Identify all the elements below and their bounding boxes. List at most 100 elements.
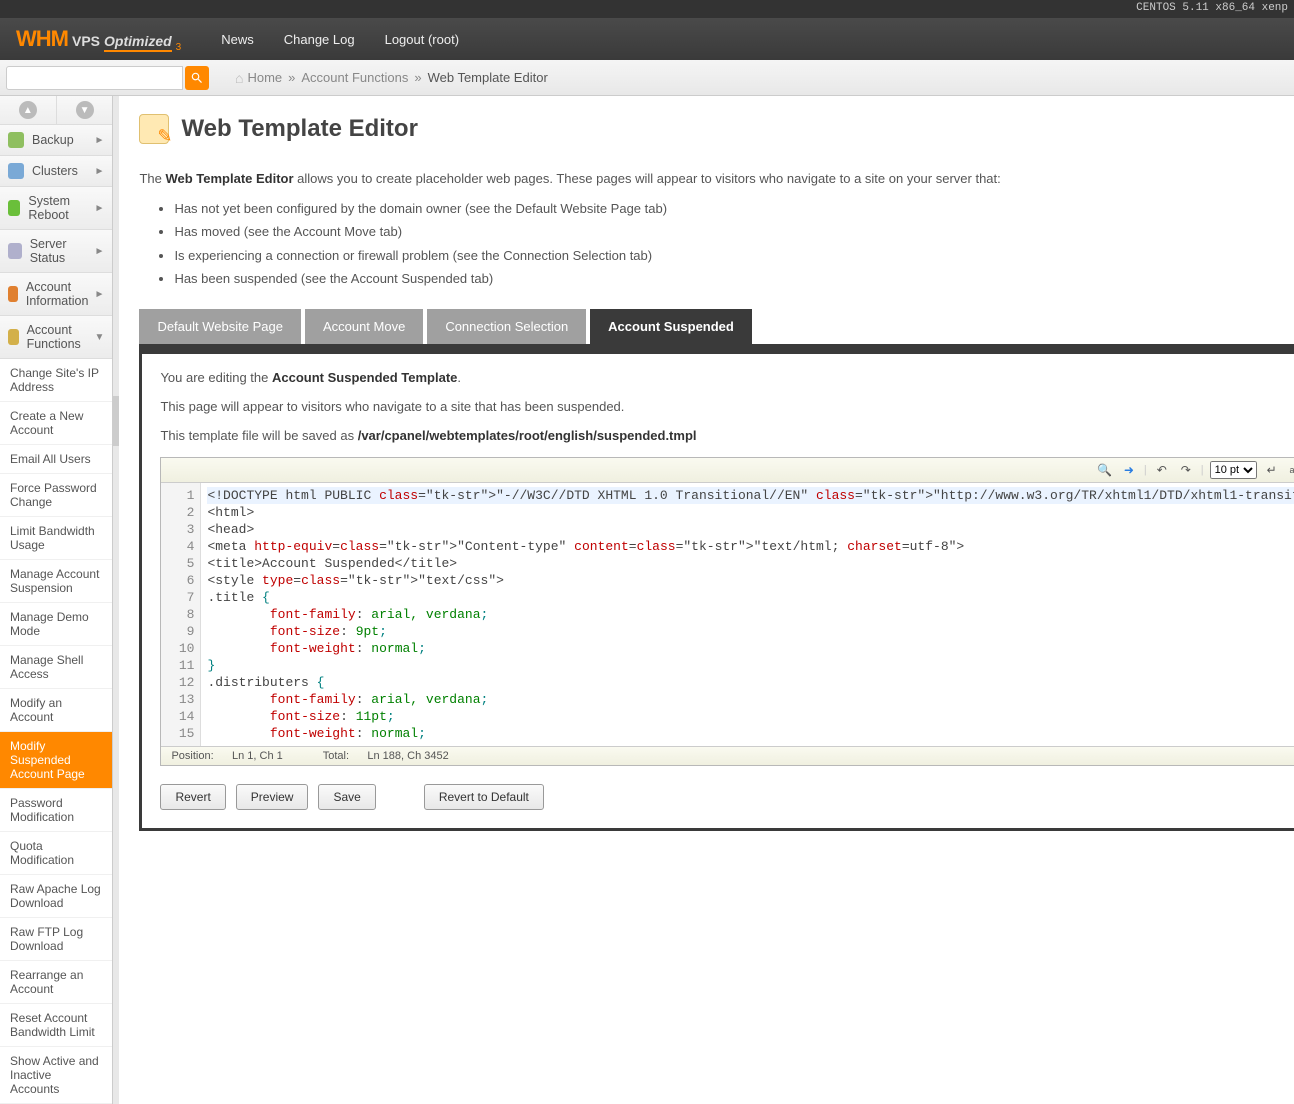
editor-status-bar: Position: Ln 1, Ch 1 Total: Ln 188, Ch 3… <box>161 746 1294 765</box>
nav-news[interactable]: News <box>221 32 254 47</box>
tab-default-website-page[interactable]: Default Website Page <box>139 309 301 344</box>
cat-label: Account Functions <box>27 323 95 351</box>
sidebar-cat-account-functions[interactable]: Account Functions▼ <box>0 316 112 359</box>
tab-account-move[interactable]: Account Move <box>305 309 423 344</box>
search-icon <box>190 71 204 85</box>
intro-bullet: Has been suspended (see the Account Susp… <box>174 269 1294 289</box>
logo-optimized: Optimized <box>104 33 172 52</box>
sidebar-item-raw-ftp-log-download[interactable]: Raw FTP Log Download <box>0 918 112 961</box>
editor-body[interactable]: 123456789101112131415 <!DOCTYPE html PUB… <box>161 483 1294 746</box>
intro-bullet: Is experiencing a connection or firewall… <box>174 246 1294 266</box>
sidebar-item-show-active-and-inactive-accounts[interactable]: Show Active and Inactive Accounts <box>0 1047 112 1104</box>
chevron-icon: ► <box>95 289 105 300</box>
cat-label: Backup <box>32 133 74 147</box>
cat-icon <box>8 243 22 259</box>
chevron-icon: ► <box>95 203 105 214</box>
editing-line1: You are editing the Account Suspended Te… <box>160 370 1294 385</box>
sidebar-collapse-up[interactable]: ▲ <box>0 96 57 124</box>
undo-icon[interactable]: ↶ <box>1153 461 1171 479</box>
redo-icon[interactable]: ↷ <box>1177 461 1195 479</box>
sidebar-item-limit-bandwidth-usage[interactable]: Limit Bandwidth Usage <box>0 517 112 560</box>
wrap-icon[interactable]: ↵ <box>1263 461 1281 479</box>
sidebar-item-quota-modification[interactable]: Quota Modification <box>0 832 112 875</box>
sidebar-item-manage-account-suspension[interactable]: Manage Account Suspension <box>0 560 112 603</box>
cat-icon <box>8 286 18 302</box>
sidebar-item-password-modification[interactable]: Password Modification <box>0 789 112 832</box>
editing-line2: This page will appear to visitors who na… <box>160 399 1294 414</box>
sidebar-item-create-a-new-account[interactable]: Create a New Account <box>0 402 112 445</box>
revert-default-button[interactable]: Revert to Default <box>424 784 544 810</box>
page-icon <box>139 114 169 144</box>
sidebar: ▲ ▼ Backup►Clusters►System Reboot►Server… <box>0 96 113 1104</box>
chevron-up-icon: ▲ <box>19 101 37 119</box>
editing-line3: This template file will be saved as /var… <box>160 428 1294 443</box>
chevron-icon: ► <box>95 166 105 177</box>
cat-label: Account Information <box>26 280 95 308</box>
template-tabs: Default Website PageAccount MoveConnecti… <box>139 309 1294 354</box>
replace-icon[interactable]: ab| <box>1287 461 1294 479</box>
sidebar-cat-server-status[interactable]: Server Status► <box>0 230 112 273</box>
nav-logout[interactable]: Logout (root) <box>385 32 459 47</box>
sidebar-item-manage-demo-mode[interactable]: Manage Demo Mode <box>0 603 112 646</box>
cat-icon <box>8 329 19 345</box>
sidebar-item-reset-account-bandwidth-limit[interactable]: Reset Account Bandwidth Limit <box>0 1004 112 1047</box>
cat-icon <box>8 163 24 179</box>
page-title: Web Template Editor <box>181 115 417 143</box>
search-input[interactable] <box>6 66 183 90</box>
logo-whm: WHM <box>16 26 68 52</box>
sidebar-resize-handle[interactable] <box>113 396 119 446</box>
chevron-icon: ► <box>95 246 105 257</box>
sidebar-item-force-password-change[interactable]: Force Password Change <box>0 474 112 517</box>
sidebar-cat-clusters[interactable]: Clusters ► <box>0 156 112 187</box>
sidebar-item-email-all-users[interactable]: Email All Users <box>0 445 112 474</box>
sidebar-item-rearrange-an-account[interactable]: Rearrange an Account <box>0 961 112 1004</box>
main-content: Web Template Editor The Web Template Edi… <box>113 96 1294 1104</box>
intro-bullet: Has not yet been configured by the domai… <box>174 199 1294 219</box>
logo-vps: VPS <box>72 33 100 49</box>
chevron-icon: ► <box>95 135 105 146</box>
intro-bullets: Has not yet been configured by the domai… <box>174 199 1294 289</box>
sidebar-item-raw-apache-log-download[interactable]: Raw Apache Log Download <box>0 875 112 918</box>
whm-logo[interactable]: WHM VPS Optimized 3 <box>16 26 181 52</box>
sidebar-item-change-site-s-ip-address[interactable]: Change Site's IP Address <box>0 359 112 402</box>
save-button[interactable]: Save <box>318 784 375 810</box>
os-status-bar: CENTOS 5.11 x86_64 xenp <box>0 0 1294 18</box>
chevron-down-icon: ▼ <box>76 101 94 119</box>
sidebar-nav-arrows: ▲ ▼ <box>0 96 112 125</box>
search-button[interactable] <box>185 66 209 90</box>
cat-icon <box>8 132 24 148</box>
font-size-select[interactable]: 10 pt <box>1210 461 1257 479</box>
crumb-section[interactable]: Account Functions <box>301 70 408 85</box>
tab-connection-selection[interactable]: Connection Selection <box>427 309 586 344</box>
cat-label: Clusters <box>32 164 78 178</box>
cat-icon <box>8 200 20 216</box>
preview-button[interactable]: Preview <box>236 784 309 810</box>
intro-bullet: Has moved (see the Account Move tab) <box>174 222 1294 242</box>
cat-label: System Reboot <box>28 194 94 222</box>
sidebar-cat-account-information[interactable]: Account Information► <box>0 273 112 316</box>
sidebar-cat-backup[interactable]: Backup ► <box>0 125 112 156</box>
crumb-home[interactable]: Home <box>247 70 282 85</box>
goto-icon[interactable]: ➜ <box>1120 461 1138 479</box>
breadcrumb: ⌂ Home » Account Functions » Web Templat… <box>215 60 1294 95</box>
sub-bar: ⌂ Home » Account Functions » Web Templat… <box>0 60 1294 96</box>
revert-button[interactable]: Revert <box>160 784 225 810</box>
edit-area: You are editing the Account Suspended Te… <box>139 354 1294 831</box>
crumb-current: Web Template Editor <box>428 70 548 85</box>
sidebar-collapse-down[interactable]: ▼ <box>57 96 113 124</box>
tab-account-suspended[interactable]: Account Suspended <box>590 309 752 344</box>
sidebar-item-manage-shell-access[interactable]: Manage Shell Access <box>0 646 112 689</box>
code-area[interactable]: <!DOCTYPE html PUBLIC class="tk-str">"-/… <box>201 483 1294 746</box>
nav-changelog[interactable]: Change Log <box>284 32 355 47</box>
cat-label: Server Status <box>30 237 95 265</box>
home-icon: ⌂ <box>235 70 243 86</box>
os-status-text: CENTOS 5.11 x86_64 xenp <box>1136 2 1288 14</box>
intro-text: The Web Template Editor allows you to cr… <box>139 169 1294 189</box>
editor-toolbar: 🔍 ➜ | ↶ ↷ | 10 pt ↵ ab| ◢ ▣ | ? <box>161 458 1294 483</box>
sidebar-cat-system-reboot[interactable]: System Reboot► <box>0 187 112 230</box>
find-icon[interactable]: 🔍 <box>1096 461 1114 479</box>
code-editor: 🔍 ➜ | ↶ ↷ | 10 pt ↵ ab| ◢ ▣ | ? 12345678… <box>160 457 1294 766</box>
top-nav: WHM VPS Optimized 3 News Change Log Logo… <box>0 18 1294 60</box>
sidebar-item-modify-an-account[interactable]: Modify an Account <box>0 689 112 732</box>
sidebar-item-modify-suspended-account-page[interactable]: Modify Suspended Account Page <box>0 732 112 789</box>
